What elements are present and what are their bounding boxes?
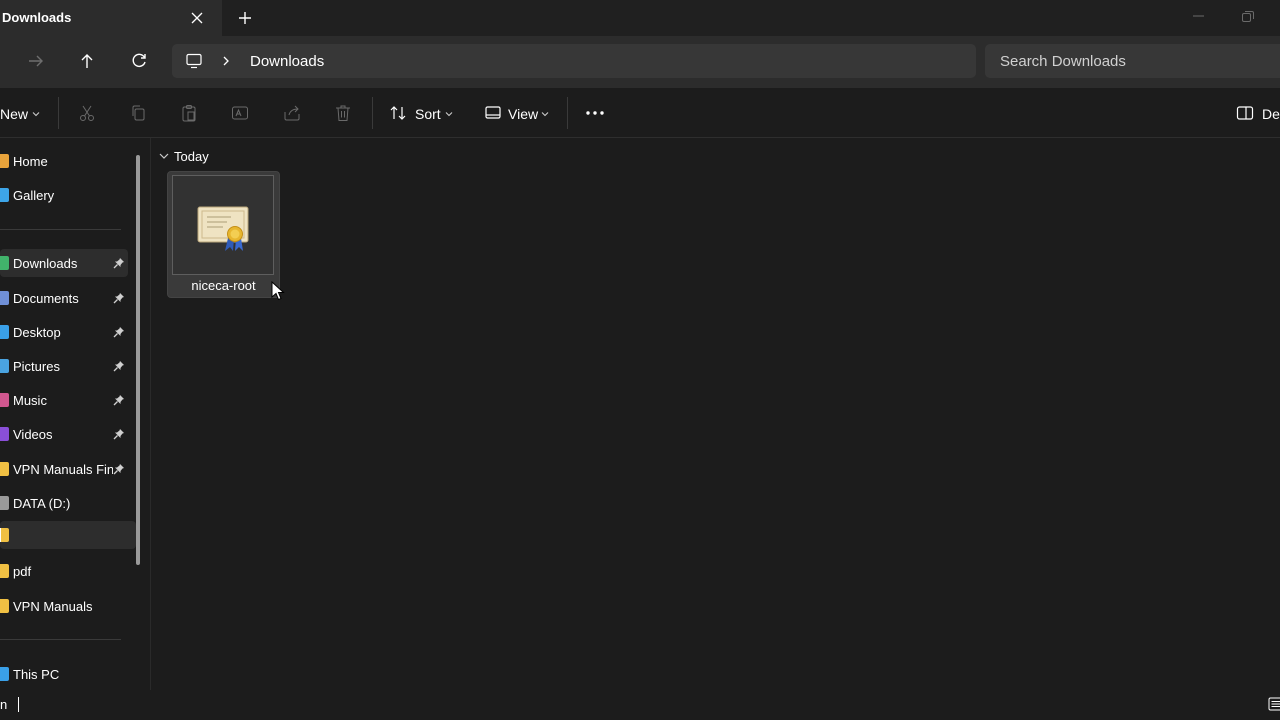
mouse-cursor-icon (271, 281, 285, 301)
file-thumbnail[interactable] (172, 175, 274, 275)
sidebar-item-label: Desktop (13, 325, 61, 340)
rename-icon[interactable] (230, 103, 250, 123)
divider (0, 229, 121, 230)
pin-icon[interactable] (113, 292, 125, 304)
paste-icon[interactable] (179, 103, 199, 123)
refresh-icon[interactable] (128, 50, 150, 72)
sidebar-item-vpn-manuals-fina[interactable]: VPN Manuals Fina (0, 455, 128, 483)
sidebar-item-label: Gallery (13, 188, 55, 203)
forward-icon[interactable] (25, 50, 47, 72)
sidebar-item-data-d[interactable]: DATA (D:) (0, 489, 128, 517)
sidebar-item-label: Home (13, 154, 48, 169)
sidebar-item-pdf[interactable]: pdf (0, 557, 128, 585)
rename-caret (0, 528, 1, 542)
sidebar-item-label: VPN Manuals (13, 599, 93, 614)
sidebar-item-label: Pictures (13, 359, 60, 374)
more-options-icon[interactable] (583, 103, 607, 123)
folder-icon (0, 564, 9, 578)
home-icon (0, 154, 9, 168)
sidebar-item-label: Music (13, 393, 47, 408)
sidebar-item-this-pc[interactable]: This PC (0, 660, 128, 688)
chevron-down-icon (32, 112, 40, 117)
chevron-down-icon (445, 112, 453, 117)
copy-icon[interactable] (128, 103, 148, 123)
documents-icon (0, 291, 9, 305)
breadcrumb-downloads[interactable]: Downloads (250, 53, 324, 70)
delete-icon[interactable] (333, 103, 353, 123)
pin-icon[interactable] (113, 394, 125, 406)
sort-button[interactable]: Sort (386, 96, 458, 130)
sidebar-item-label: pdf (13, 564, 32, 579)
pin-icon[interactable] (113, 360, 125, 372)
pictures-icon (0, 359, 9, 373)
sidebar-item-documents[interactable]: Documents (0, 284, 128, 312)
separator (372, 97, 373, 129)
gallery-icon (0, 188, 9, 202)
sidebar-item-pictures[interactable]: Pictures (0, 352, 128, 380)
new-label: New (0, 106, 29, 122)
view-icon (485, 106, 501, 119)
scrollbar[interactable] (136, 155, 140, 565)
new-button[interactable]: New (0, 96, 48, 130)
download-icon (0, 256, 9, 270)
divider (0, 639, 121, 640)
sidebar-item-label: DATA (D:) (13, 496, 71, 511)
drive-icon (0, 496, 9, 510)
pin-icon[interactable] (113, 463, 125, 475)
pin-icon[interactable] (113, 428, 125, 440)
sidebar-item-downloads[interactable]: Downloads (0, 249, 128, 277)
folder-icon (0, 462, 9, 476)
tab-title: Downloads (2, 10, 72, 25)
view-label: View (508, 106, 539, 122)
chevron-down-icon[interactable] (158, 150, 170, 162)
chevron-down-icon (541, 112, 549, 117)
pin-icon[interactable] (113, 257, 125, 269)
status-bar (0, 690, 1280, 720)
search-placeholder: Search Downloads (1000, 53, 1126, 70)
sidebar-item-home[interactable]: Home (0, 147, 128, 175)
folder-icon (0, 528, 9, 542)
videos-icon (0, 427, 9, 441)
details-pane-button[interactable]: Det (1236, 96, 1280, 130)
this-pc-icon (0, 667, 9, 681)
cut-icon[interactable] (77, 103, 97, 123)
up-icon[interactable] (76, 50, 98, 72)
sidebar-item-new-folder[interactable] (0, 521, 136, 549)
sidebar-item-vpn-manuals[interactable]: VPN Manuals (0, 592, 128, 620)
pin-icon[interactable] (113, 326, 125, 338)
status-text: n (0, 697, 8, 712)
folder-icon (0, 599, 9, 613)
music-icon (0, 393, 9, 407)
sidebar-item-music[interactable]: Music (0, 386, 128, 414)
sidebar-item-label: Videos (13, 427, 53, 442)
sidebar-item-gallery[interactable]: Gallery (0, 181, 128, 209)
group-header-today[interactable]: Today (174, 149, 209, 164)
this-pc-icon[interactable] (185, 52, 203, 70)
sidebar-item-label: Downloads (13, 256, 78, 271)
details-label: Det (1262, 106, 1280, 122)
sidebar-item-label: Documents (13, 291, 79, 306)
minimize-icon[interactable] (1190, 9, 1208, 23)
close-tab-icon[interactable] (189, 10, 205, 26)
chevron-right-icon[interactable] (219, 53, 233, 69)
sidebar-item-desktop[interactable]: Desktop (0, 318, 128, 346)
certificate-icon (197, 206, 249, 251)
details-view-icon[interactable] (1268, 696, 1280, 712)
sort-label: Sort (415, 106, 441, 122)
sidebar-item-label: This PC (13, 667, 60, 682)
file-name: niceca-root (191, 278, 256, 293)
sidebar-item-label: VPN Manuals Fina (13, 462, 113, 477)
separator (58, 97, 59, 129)
sort-icon (390, 106, 406, 120)
details-pane-icon (1236, 106, 1254, 120)
new-tab-icon[interactable] (236, 9, 254, 27)
text-caret (18, 697, 19, 712)
sidebar-item-videos[interactable]: Videos (0, 420, 128, 448)
view-button[interactable]: View (482, 96, 556, 130)
separator (567, 97, 568, 129)
desktop-icon (0, 325, 9, 339)
restore-icon[interactable] (1239, 8, 1257, 24)
share-icon[interactable] (282, 103, 302, 123)
